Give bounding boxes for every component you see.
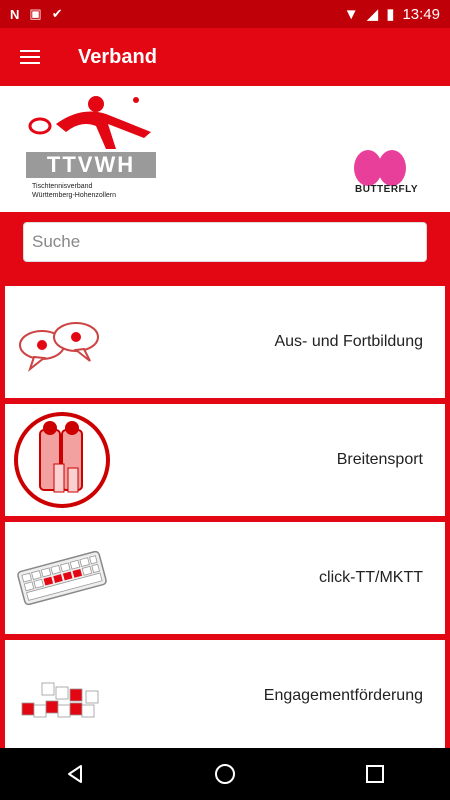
list-item-engagementfoerderung[interactable]: Engagementförderung [5,640,445,752]
list-item-label: Engagementförderung [263,687,423,704]
ttvwh-logo-subtitle: Tischtennisverband Württemberg-Hohenzoll… [32,183,117,199]
family-icon [7,406,117,514]
wifi-icon: ▼ [343,5,359,23]
list-item-label: Aus- und Fortbildung [274,333,423,350]
signal-icon: ◢ [366,6,379,23]
speech-bubbles-icon [7,288,117,396]
keyboard-icon [7,524,117,632]
list-item-click-tt-mktt[interactable]: click-TT/MKTT [5,522,445,634]
ttvwh-logo: TTVWH Tischtennisverband Württemberg-Hoh… [26,94,156,204]
butterfly-logo-text: BUTTERFLY [355,184,419,195]
page-title: Verband [78,45,157,68]
briefcase-icon: ▣ [29,6,42,21]
battery-icon: ▮ [386,6,395,23]
recents-button[interactable] [363,762,387,786]
list-item-aus-und-fortbildung[interactable]: Aus- und Fortbildung [5,286,445,398]
letter-cubes-icon [7,642,117,750]
system-navigation-bar [0,748,450,800]
ttvwh-logo-text: TTVWH [26,152,156,178]
clock: 13:49 [402,5,440,23]
list-item-label: click-TT/MKTT [319,569,423,586]
check-icon: ✔ [51,6,63,21]
menu-button[interactable] [0,28,60,86]
back-button[interactable] [63,762,87,786]
table-tennis-player-icon [28,96,151,149]
list-item-breitensport[interactable]: Breitensport [5,404,445,516]
list-item-label: Breitensport [336,451,423,468]
search-input[interactable] [24,223,426,261]
home-button[interactable] [213,762,237,786]
status-bar: N ▣ ✔ ▼ ◢ ▮ 13:49 [0,0,450,28]
n-notification-icon: N [10,6,20,22]
header-banner: TTVWH Tischtennisverband Württemberg-Hoh… [0,86,450,212]
hamburger-icon [20,50,40,64]
app-bar: Verband [0,28,450,86]
search-field[interactable] [23,222,427,262]
